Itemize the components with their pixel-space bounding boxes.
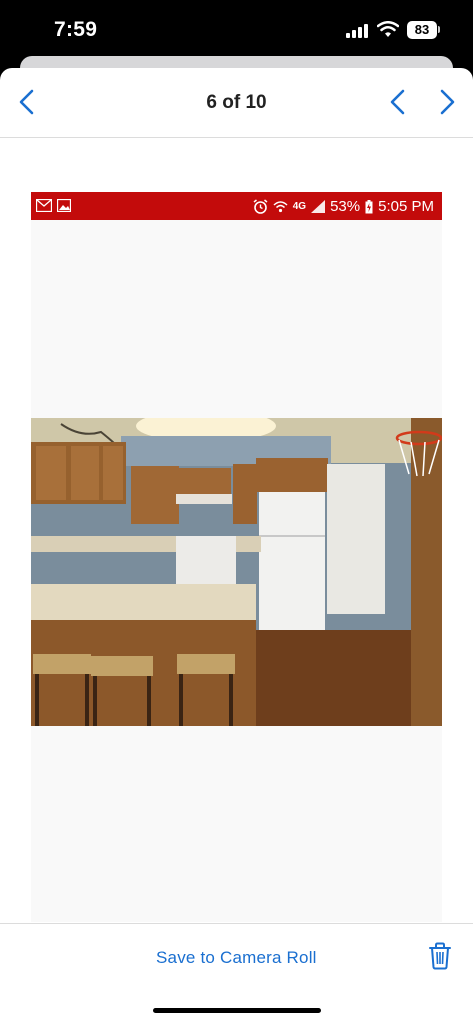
wifi-icon	[273, 201, 288, 213]
screenshot-battery-percent: 53%	[330, 198, 361, 215]
chevron-right-icon	[440, 89, 455, 115]
photo-viewer-sheet: 6 of 10 4G 53% 5:05 PM Save to Camera Ro…	[0, 68, 473, 1025]
battery-indicator: 83	[407, 21, 437, 39]
kitchen-photo	[31, 418, 442, 726]
alarm-icon	[253, 199, 268, 214]
network-type: 4G	[292, 201, 307, 212]
navigation-bar: 6 of 10	[0, 68, 473, 138]
attachment-screenshot[interactable]: 4G 53% 5:05 PM	[31, 192, 442, 922]
battery-charging-icon	[365, 199, 373, 213]
chevron-left-icon	[390, 89, 405, 115]
trash-icon[interactable]	[428, 942, 452, 970]
wifi-icon	[377, 21, 399, 37]
home-indicator[interactable]	[153, 1008, 321, 1013]
next-button[interactable]	[434, 87, 460, 117]
cell-signal-icon	[311, 200, 326, 213]
gallery-icon	[57, 199, 71, 212]
battery-cap	[438, 26, 440, 33]
screenshot-status-right: 4G 53% 5:05 PM	[253, 198, 434, 215]
previous-button[interactable]	[385, 87, 411, 117]
device-status-bar: 7:59 83	[0, 0, 473, 62]
cellular-signal-icon	[346, 24, 368, 38]
status-time: 7:59	[54, 18, 98, 41]
screenshot-time: 5:05 PM	[378, 198, 434, 215]
screenshot-status-bar: 4G 53% 5:05 PM	[31, 192, 442, 220]
gmail-icon	[36, 199, 52, 212]
image-area: 4G 53% 5:05 PM	[0, 138, 473, 922]
save-to-camera-roll-button[interactable]: Save to Camera Roll	[156, 948, 317, 968]
